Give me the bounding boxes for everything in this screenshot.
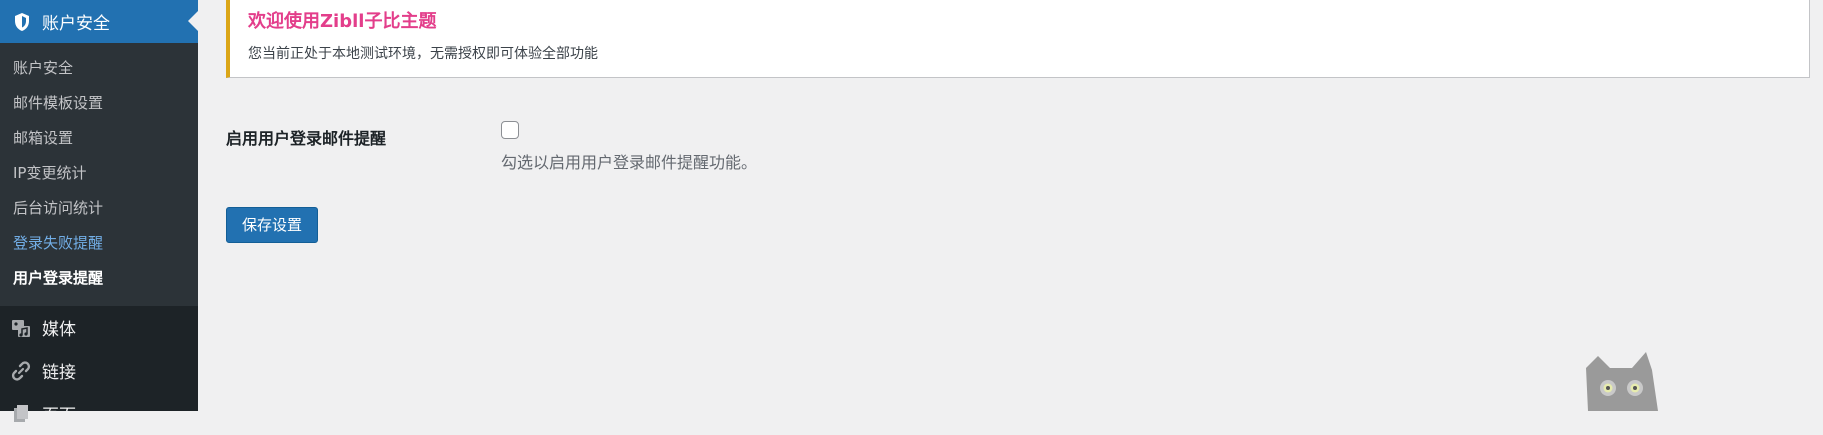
menu-label: 页面 <box>42 406 76 426</box>
notice-title: 欢迎使用Zibll子比主题 <box>248 11 437 32</box>
page-icon <box>10 403 32 425</box>
login-email-alert-checkbox[interactable] <box>501 121 519 139</box>
submenu-item-admin-access-stats[interactable]: 后台访问统计 <box>0 191 198 226</box>
menu-item-media[interactable]: 媒体 <box>0 306 198 349</box>
welcome-notice: 欢迎使用Zibll子比主题 您当前正处于本地测试环境，无需授权即可体验全部功能 <box>226 0 1810 78</box>
media-icon <box>10 317 32 339</box>
menu-item-links[interactable]: 链接 <box>0 349 198 392</box>
submenu-item-account-security[interactable]: 账户安全 <box>0 51 198 86</box>
submenu-item-user-login-alert[interactable]: 用户登录提醒 <box>0 261 198 296</box>
menu-label: 链接 <box>42 363 76 383</box>
submenu-item-login-failure-alert[interactable]: 登录失败提醒 <box>0 226 198 261</box>
login-email-alert-description: 勾选以启用用户登录邮件提醒功能。 <box>501 153 758 172</box>
menu-label: 媒体 <box>42 320 76 340</box>
shield-icon <box>12 11 32 33</box>
current-menu-arrow <box>188 11 198 31</box>
login-email-alert-label: 启用用户登录邮件提醒 <box>226 129 387 148</box>
menu-item-pages[interactable]: 页面 <box>0 392 198 435</box>
cat-mascot-image <box>1580 346 1670 411</box>
admin-sidebar: 账户安全 账户安全 邮件模板设置 邮箱设置 IP变更统计 后台访问统计 登录失败… <box>0 0 198 426</box>
save-settings-button[interactable]: 保存设置 <box>226 207 318 243</box>
notice-description: 您当前正处于本地测试环境，无需授权即可体验全部功能 <box>248 46 598 62</box>
submenu-item-ip-change-stats[interactable]: IP变更统计 <box>0 156 198 191</box>
submenu-item-email-template[interactable]: 邮件模板设置 <box>0 86 198 121</box>
submenu: 账户安全 邮件模板设置 邮箱设置 IP变更统计 后台访问统计 登录失败提醒 用户… <box>0 43 198 306</box>
link-icon <box>10 360 32 382</box>
menu-item-account-security[interactable]: 账户安全 <box>0 0 198 43</box>
menu-label: 账户安全 <box>42 14 110 34</box>
submenu-item-email-settings[interactable]: 邮箱设置 <box>0 121 198 156</box>
